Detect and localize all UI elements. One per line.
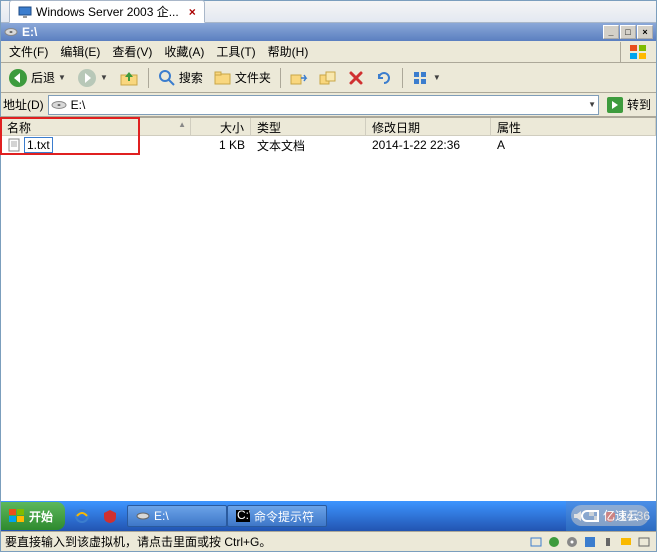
go-label: 转到 xyxy=(627,96,651,113)
address-bar: 地址(D) ▼ 转到 xyxy=(1,93,656,117)
sb-fullscreen-icon[interactable] xyxy=(636,535,652,549)
move-icon xyxy=(290,70,308,86)
search-icon xyxy=(158,69,176,87)
sb-msg-icon[interactable] xyxy=(618,535,634,549)
address-drive-icon xyxy=(51,99,67,111)
statusbar-text: 要直接输入到该虚拟机，请点击里面或按 Ctrl+G。 xyxy=(5,533,526,550)
up-button[interactable] xyxy=(114,65,144,91)
menu-tools[interactable]: 工具(T) xyxy=(210,40,261,63)
file-type: 文本文档 xyxy=(251,137,366,154)
col-name[interactable]: 名称 xyxy=(1,118,191,135)
col-size[interactable]: 大小 xyxy=(191,118,251,135)
file-row[interactable]: 1.txt 1 KB 文本文档 2014-1-22 22:36 A xyxy=(1,136,656,154)
copy-button[interactable] xyxy=(314,67,342,89)
views-button[interactable]: ▼ xyxy=(407,67,446,89)
folders-label: 文件夹 xyxy=(235,69,271,86)
sb-disk-icon[interactable] xyxy=(546,535,562,549)
col-modified[interactable]: 修改日期 xyxy=(366,118,491,135)
views-icon xyxy=(412,70,430,86)
ql-ie-icon[interactable] xyxy=(69,505,95,527)
col-type[interactable]: 类型 xyxy=(251,118,366,135)
views-dropdown-icon: ▼ xyxy=(433,73,441,82)
forward-arrow-icon xyxy=(77,68,97,88)
address-input-wrapper[interactable]: ▼ xyxy=(48,95,599,115)
taskbar: 开始 E:\ C:\ 命令提示符 1 xyxy=(1,501,656,531)
copy-icon xyxy=(319,70,337,86)
folders-icon xyxy=(214,70,232,86)
explorer-titlebar[interactable]: E:\ _ □ × xyxy=(1,23,656,41)
menu-edit[interactable]: 编辑(E) xyxy=(54,40,106,63)
svg-text:C:\: C:\ xyxy=(237,510,250,522)
cmd-icon: C:\ xyxy=(236,510,250,522)
watermark-text: 亿速云 xyxy=(603,507,639,524)
vm-tab-close[interactable]: × xyxy=(189,5,196,19)
watermark-logo-icon xyxy=(581,510,599,522)
back-arrow-icon xyxy=(8,68,28,88)
folders-button[interactable]: 文件夹 xyxy=(209,66,276,89)
delete-icon xyxy=(348,70,364,86)
taskbar-explorer-label: E:\ xyxy=(154,509,169,523)
undo-button[interactable] xyxy=(370,67,398,89)
address-dropdown-icon[interactable]: ▼ xyxy=(588,100,596,109)
drive-icon xyxy=(136,510,150,522)
col-attr[interactable]: 属性 xyxy=(491,118,656,135)
search-button[interactable]: 搜索 xyxy=(153,66,208,90)
back-label: 后退 xyxy=(31,69,55,86)
file-modified: 2014-1-22 22:36 xyxy=(366,138,491,152)
text-file-icon xyxy=(7,138,21,152)
undo-icon xyxy=(375,70,393,86)
address-label: 地址(D) xyxy=(3,96,44,113)
address-input[interactable] xyxy=(71,98,584,112)
back-dropdown-icon: ▼ xyxy=(58,73,66,82)
file-name-editing[interactable]: 1.txt xyxy=(24,137,53,153)
sb-net-icon[interactable] xyxy=(528,535,544,549)
taskbar-item-cmd[interactable]: C:\ 命令提示符 xyxy=(227,505,327,527)
sb-floppy-icon[interactable] xyxy=(582,535,598,549)
menu-favorites[interactable]: 收藏(A) xyxy=(158,40,210,63)
column-headers: 名称 大小 类型 修改日期 属性 xyxy=(1,118,656,136)
delete-button[interactable] xyxy=(343,67,369,89)
search-label: 搜索 xyxy=(179,69,203,86)
window-title: E:\ xyxy=(22,25,37,39)
monitor-icon xyxy=(18,6,32,18)
menu-help[interactable]: 帮助(H) xyxy=(262,40,315,63)
file-size: 1 KB xyxy=(191,138,251,152)
vm-statusbar: 要直接输入到该虚拟机，请点击里面或按 Ctrl+G。 xyxy=(1,531,656,551)
menu-file[interactable]: 文件(F) xyxy=(3,40,54,63)
taskbar-cmd-label: 命令提示符 xyxy=(254,508,314,525)
ql-security-icon[interactable] xyxy=(97,505,123,527)
close-button[interactable]: × xyxy=(637,25,653,39)
sb-usb-icon[interactable] xyxy=(600,535,616,549)
sb-cd-icon[interactable] xyxy=(564,535,580,549)
folder-up-icon xyxy=(119,68,139,88)
drive-icon xyxy=(4,26,18,38)
start-button[interactable]: 开始 xyxy=(1,502,65,530)
file-attr: A xyxy=(491,138,656,152)
fwd-dropdown-icon: ▼ xyxy=(100,73,108,82)
vm-tab[interactable]: Windows Server 2003 企... × xyxy=(9,0,205,23)
go-arrow-icon xyxy=(606,96,624,114)
go-button[interactable]: 转到 xyxy=(603,95,654,115)
taskbar-item-explorer[interactable]: E:\ xyxy=(127,505,227,527)
forward-button[interactable]: ▼ xyxy=(72,65,113,91)
minimize-button[interactable]: _ xyxy=(603,25,619,39)
toolbar: 后退 ▼ ▼ 搜索 文件夹 xyxy=(1,63,656,93)
vm-tab-title: Windows Server 2003 企... xyxy=(36,3,179,20)
vm-tab-bar: Windows Server 2003 企... × xyxy=(1,1,656,23)
windows-logo-icon xyxy=(620,42,654,62)
start-flag-icon xyxy=(9,509,25,523)
file-list-view[interactable]: 名称 大小 类型 修改日期 属性 1.txt 1 KB 文本文档 2014-1-… xyxy=(1,117,656,501)
menu-view[interactable]: 查看(V) xyxy=(106,40,158,63)
back-button[interactable]: 后退 ▼ xyxy=(3,65,71,91)
maximize-button[interactable]: □ xyxy=(620,25,636,39)
move-button[interactable] xyxy=(285,67,313,89)
start-label: 开始 xyxy=(29,508,53,525)
watermark: 亿速云 xyxy=(571,505,649,526)
menu-bar: 文件(F) 编辑(E) 查看(V) 收藏(A) 工具(T) 帮助(H) xyxy=(1,41,656,63)
